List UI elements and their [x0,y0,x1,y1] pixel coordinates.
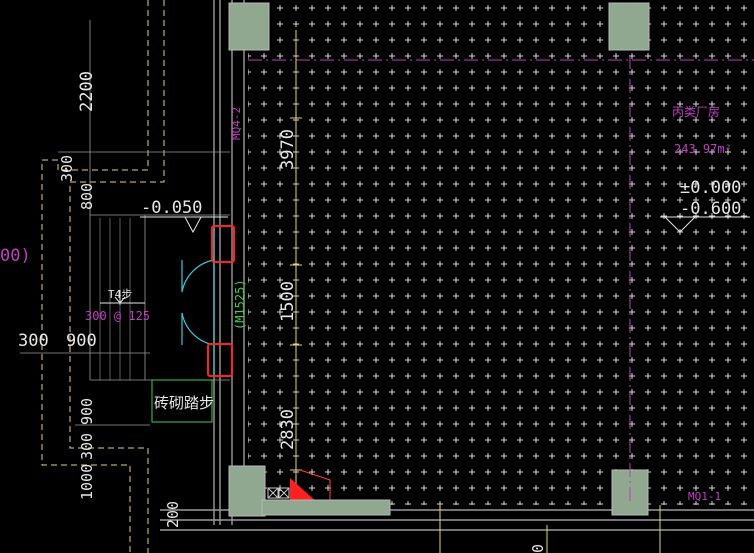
dim-3970: 3970 [278,129,298,170]
level-right-2: -0.600 [680,199,741,219]
room-name: 丙类厂房 [672,104,720,119]
dim-800: 800 [78,183,96,210]
level-right-1: ±0.000 [680,178,741,198]
dim-0-bottom: 0 [529,544,547,553]
column-top-left [228,2,270,51]
red-box-upper [211,225,235,263]
level-left: -0.050 [141,198,202,218]
dim-300-top: 300 [58,155,76,182]
dashed-outlines [41,0,165,553]
cad-floor-plan: 2200 300 800 900 300 1000 200 300 900 39… [0,0,754,553]
dim-1500: 1500 [278,281,298,322]
room-area: 243.97m² [674,142,732,156]
column-bottom-left [228,465,266,517]
wall-tag-left: MQ4-2 [230,107,243,140]
column-top-right [608,2,650,51]
dim-300-h: 300 [18,331,49,351]
wall-tag-bottom: MQ1-1 [688,490,721,503]
stair-spec-label: 300 @ 125 [85,309,150,323]
dim-2200: 2200 [77,71,97,112]
step-band [261,499,391,516]
door-swings [181,228,215,375]
dim-200: 200 [164,501,182,528]
dim-2830: 2830 [278,409,298,450]
red-highlights [207,225,235,377]
dim-1000: 1000 [78,464,96,500]
stair-steps-label: T4步 [108,288,132,301]
brick-steps-label: 砖砌踏步 [154,394,214,412]
dim-900-h: 900 [66,331,97,351]
floor-hatch-area [248,0,754,505]
dim-300-v: 300 [78,433,96,460]
left-paren-text: 00) [0,246,31,266]
door-tag: (M1525) [233,279,247,330]
dim-900-v: 900 [78,398,96,425]
